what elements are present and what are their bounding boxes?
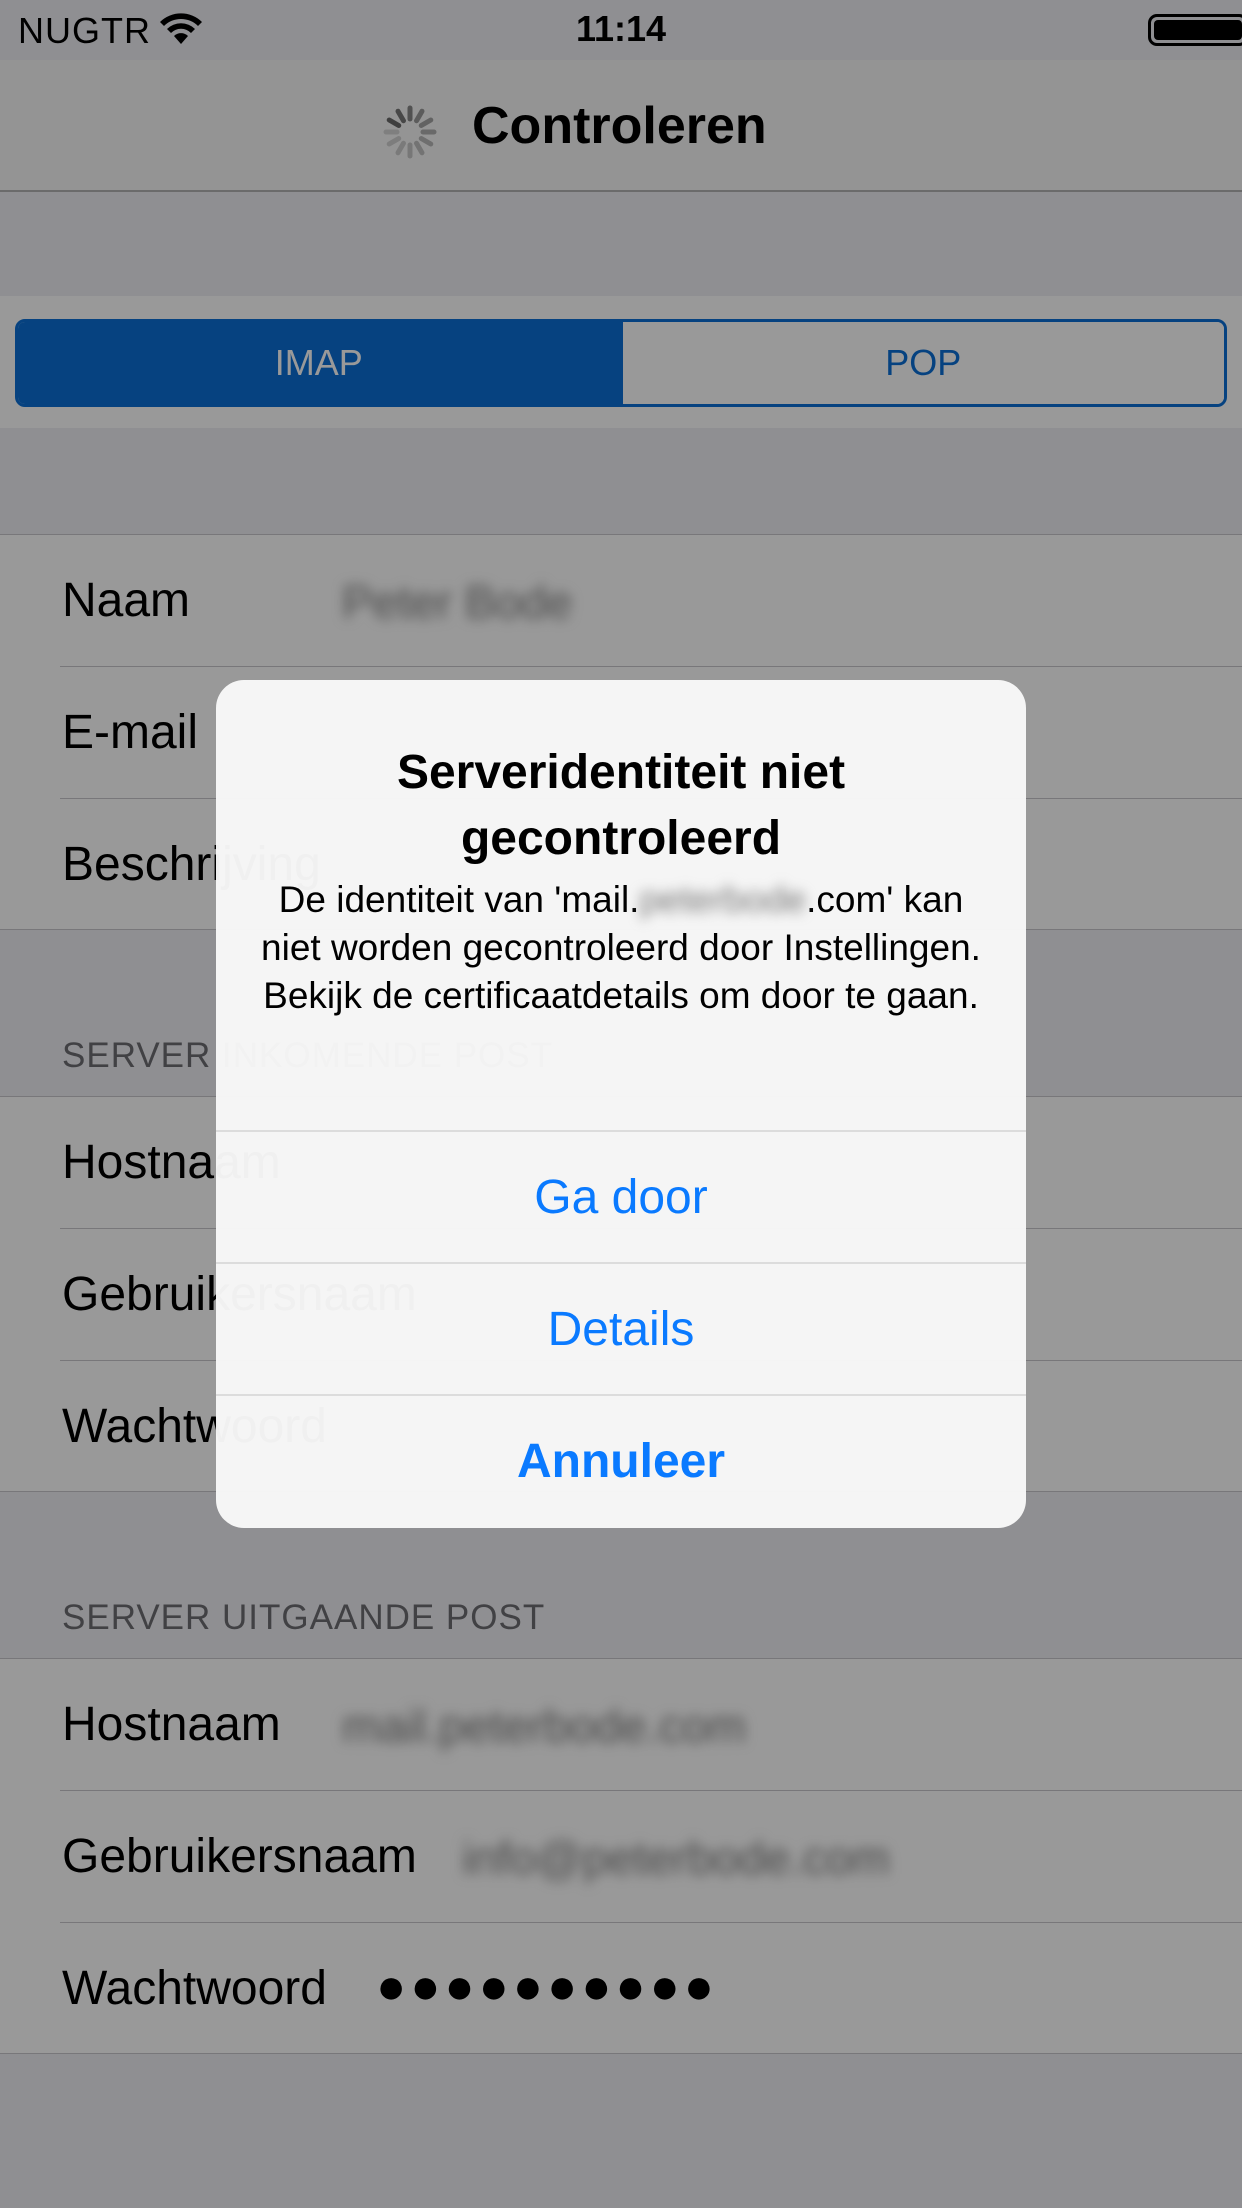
cancel-button[interactable]: Annuleer xyxy=(216,1394,1026,1526)
alert-title-line1: Serveridentiteit niet xyxy=(396,746,846,799)
alert-title-line2: gecontroleerd xyxy=(460,812,782,865)
continue-button[interactable]: Ga door xyxy=(216,1130,1026,1262)
server-identity-alert: Serveridentiteit niet gecontroleerd De i… xyxy=(216,680,1026,1528)
alert-title: Serveridentiteit niet gecontroleerd xyxy=(256,740,986,872)
alert-message-suffix: .com' xyxy=(806,879,894,920)
alert-message: De identiteit van 'mail.peterbode.com' k… xyxy=(256,876,986,1020)
details-button[interactable]: Details xyxy=(216,1262,1026,1394)
alert-message-prefix: De identiteit van 'mail. xyxy=(278,879,640,920)
alert-message-domain-blurred: peterbode xyxy=(639,879,807,920)
